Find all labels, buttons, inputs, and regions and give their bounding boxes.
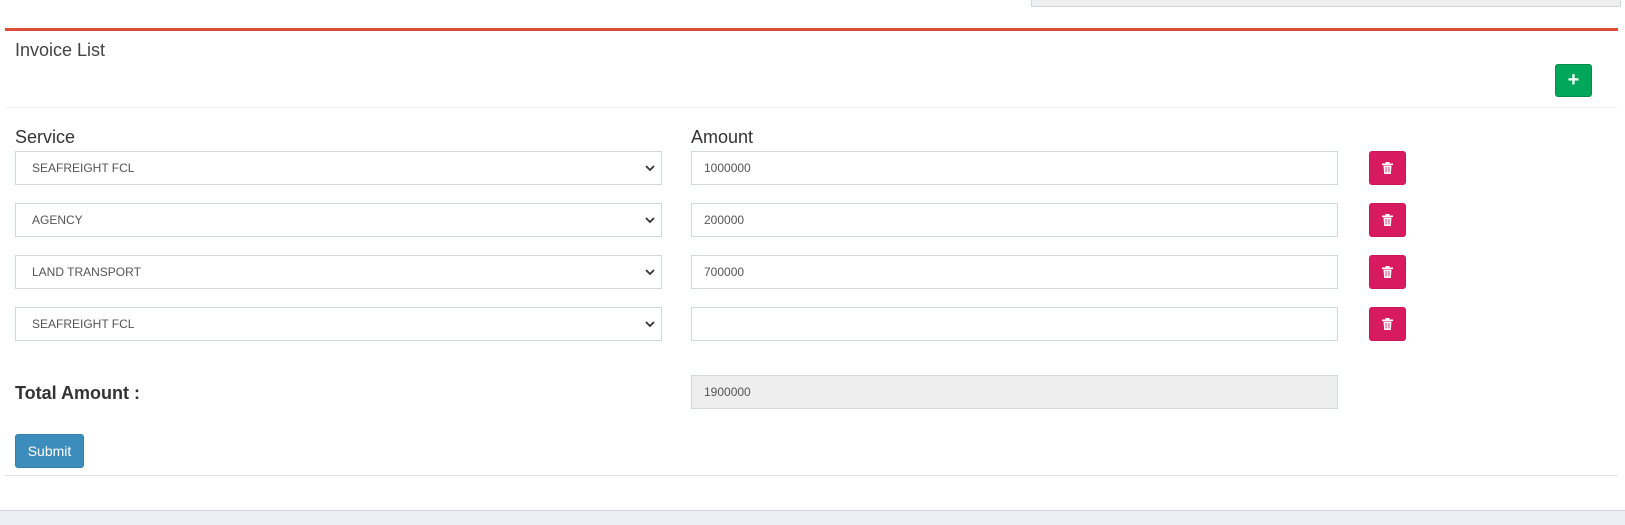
delete-row-button[interactable] xyxy=(1369,255,1406,289)
invoice-row: AGENCY 200000 xyxy=(5,203,1618,237)
plus-icon: + xyxy=(1567,69,1580,91)
amount-column-label: Amount xyxy=(691,127,754,147)
chevron-down-icon xyxy=(645,217,655,224)
trash-icon xyxy=(1382,266,1393,278)
amount-input[interactable] xyxy=(691,307,1338,341)
delete-row-button[interactable] xyxy=(1369,151,1406,185)
amount-input[interactable]: 1000000 xyxy=(691,151,1338,185)
top-input-field[interactable] xyxy=(1031,0,1621,7)
invoice-row: SEAFREIGHT FCL xyxy=(5,307,1618,341)
add-row-button[interactable]: + xyxy=(1555,64,1592,97)
total-amount-field: 1900000 xyxy=(691,375,1338,409)
total-amount-label: Total Amount : xyxy=(15,383,140,403)
service-column-label: Service xyxy=(15,127,76,147)
service-select[interactable]: LAND TRANSPORT xyxy=(15,255,662,289)
amount-input[interactable]: 200000 xyxy=(691,203,1338,237)
page: Invoice List + Service Amount SEAFREIGHT… xyxy=(0,0,1625,525)
trash-icon xyxy=(1382,214,1393,226)
submit-button[interactable]: Submit xyxy=(15,434,84,468)
service-select[interactable]: SEAFREIGHT FCL xyxy=(15,307,662,341)
delete-row-button[interactable] xyxy=(1369,203,1406,237)
amount-input[interactable]: 700000 xyxy=(691,255,1338,289)
service-select-value: SEAFREIGHT FCL xyxy=(32,317,135,331)
footer-band xyxy=(0,510,1625,525)
chevron-down-icon xyxy=(645,321,655,328)
invoice-row: SEAFREIGHT FCL 1000000 xyxy=(5,151,1618,185)
chevron-down-icon xyxy=(645,165,655,172)
delete-row-button[interactable] xyxy=(1369,307,1406,341)
service-select-value: LAND TRANSPORT xyxy=(32,265,141,279)
header-divider xyxy=(5,107,1618,108)
invoice-list-box: Invoice List + Service Amount SEAFREIGHT… xyxy=(5,28,1618,476)
service-select-value: SEAFREIGHT FCL xyxy=(32,161,135,175)
box-title: Invoice List xyxy=(15,40,106,60)
trash-icon xyxy=(1382,162,1393,174)
service-select-value: AGENCY xyxy=(32,213,83,227)
service-select[interactable]: AGENCY xyxy=(15,203,662,237)
service-select[interactable]: SEAFREIGHT FCL xyxy=(15,151,662,185)
invoice-row: LAND TRANSPORT 700000 xyxy=(5,255,1618,289)
trash-icon xyxy=(1382,318,1393,330)
chevron-down-icon xyxy=(645,269,655,276)
